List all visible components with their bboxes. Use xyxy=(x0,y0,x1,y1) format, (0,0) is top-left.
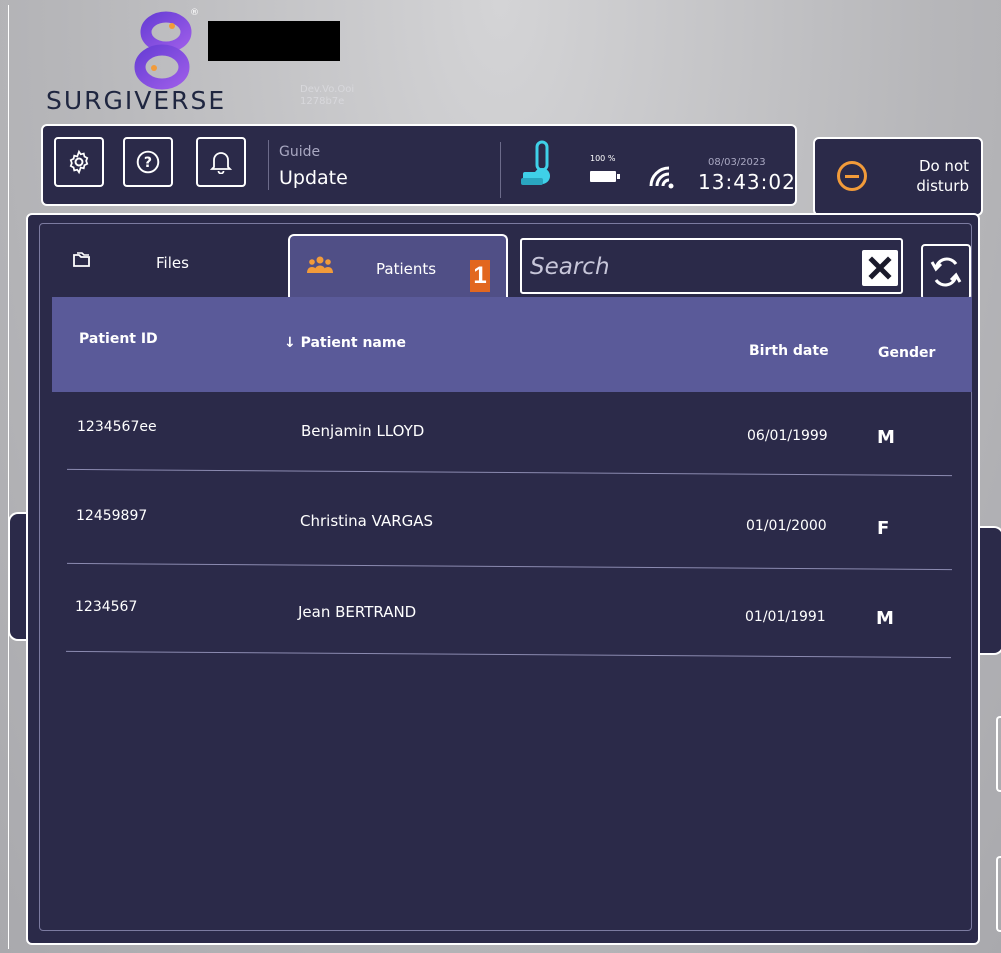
right-side-handle[interactable] xyxy=(980,526,1001,655)
column-header-patient-name[interactable]: ↓ Patient name xyxy=(284,335,406,351)
cell-birth-date: 01/01/1991 xyxy=(745,609,826,625)
battery-icon xyxy=(590,171,620,182)
column-header-birth-date[interactable]: Birth date xyxy=(749,343,829,359)
current-date: 08/03/2023 xyxy=(708,157,766,168)
bell-icon xyxy=(210,152,232,174)
registered-mark: ® xyxy=(190,8,199,18)
cell-gender: F xyxy=(877,518,890,539)
folder-icon xyxy=(73,252,90,267)
current-time: 13:43:02 xyxy=(698,170,796,194)
right-side-handle[interactable] xyxy=(996,716,1001,792)
redacted-box xyxy=(208,21,340,61)
wifi-icon xyxy=(649,166,674,189)
cell-patient-id: 1234567 xyxy=(75,599,138,615)
cell-birth-date: 01/01/2000 xyxy=(746,518,827,534)
top-toolbar: ? Guide Update 100 % 08/03/2023 13:43:02 xyxy=(41,124,797,206)
help-icon: ? xyxy=(136,150,160,174)
do-not-disturb-label: Do not disturb xyxy=(899,156,969,196)
dnd-label-line-2: disturb xyxy=(916,177,969,195)
dnd-label-line-1: Do not xyxy=(918,157,969,175)
users-icon xyxy=(307,256,333,273)
do-not-disturb-button[interactable]: Do not disturb xyxy=(813,137,983,216)
refresh-button[interactable] xyxy=(921,244,971,300)
search-box xyxy=(520,238,903,294)
cell-gender: M xyxy=(876,608,894,629)
build-line-1: Dev.Vo.Ooi xyxy=(300,84,355,95)
tab-patients-label: Patients xyxy=(376,260,437,278)
svg-text:?: ? xyxy=(144,155,152,171)
do-not-disturb-icon xyxy=(837,161,867,191)
cell-patient-id: 12459897 xyxy=(76,508,148,524)
tab-files[interactable]: Files xyxy=(52,234,284,294)
tab-patients[interactable]: Patients 1 xyxy=(288,234,508,306)
cell-patient-id: 1234567ee xyxy=(77,419,157,435)
cell-patient-name: Benjamin LLOYD xyxy=(301,422,425,440)
right-side-handle[interactable] xyxy=(996,856,1001,932)
brand-name: SURGIVERSE xyxy=(46,86,227,115)
build-info: Dev.Vo.Ooi 1278b7e xyxy=(300,84,354,108)
toolbar-separator xyxy=(500,142,501,198)
clear-search-button[interactable] xyxy=(862,250,898,286)
settings-button[interactable] xyxy=(54,137,104,187)
search-input[interactable] xyxy=(528,248,852,286)
tab-badge: 1 xyxy=(470,260,490,292)
build-line-2: 1278b7e xyxy=(300,96,345,107)
tab-files-label: Files xyxy=(156,254,189,272)
cell-gender: M xyxy=(877,427,895,448)
close-icon xyxy=(868,256,892,280)
column-header-patient-id[interactable]: Patient ID xyxy=(79,331,158,347)
guide-label: Guide xyxy=(279,144,321,160)
gear-icon xyxy=(69,149,89,175)
table-header: Patient ID ↓ Patient name Birth date Gen… xyxy=(52,297,972,392)
cell-patient-name: Christina VARGAS xyxy=(300,512,434,530)
help-button[interactable]: ? xyxy=(123,137,173,187)
toolbar-separator xyxy=(268,140,269,190)
column-header-gender[interactable]: Gender xyxy=(878,345,935,361)
refresh-icon xyxy=(930,257,962,287)
device-temperature-icon xyxy=(521,140,550,185)
cell-patient-name: Jean BERTRAND xyxy=(298,603,417,621)
cell-birth-date: 06/01/1999 xyxy=(747,428,828,444)
surgiverse-logo-icon xyxy=(134,11,192,90)
guide-value[interactable]: Update xyxy=(279,167,348,189)
notifications-button[interactable] xyxy=(196,137,246,187)
battery-percent: 100 % xyxy=(590,154,616,163)
